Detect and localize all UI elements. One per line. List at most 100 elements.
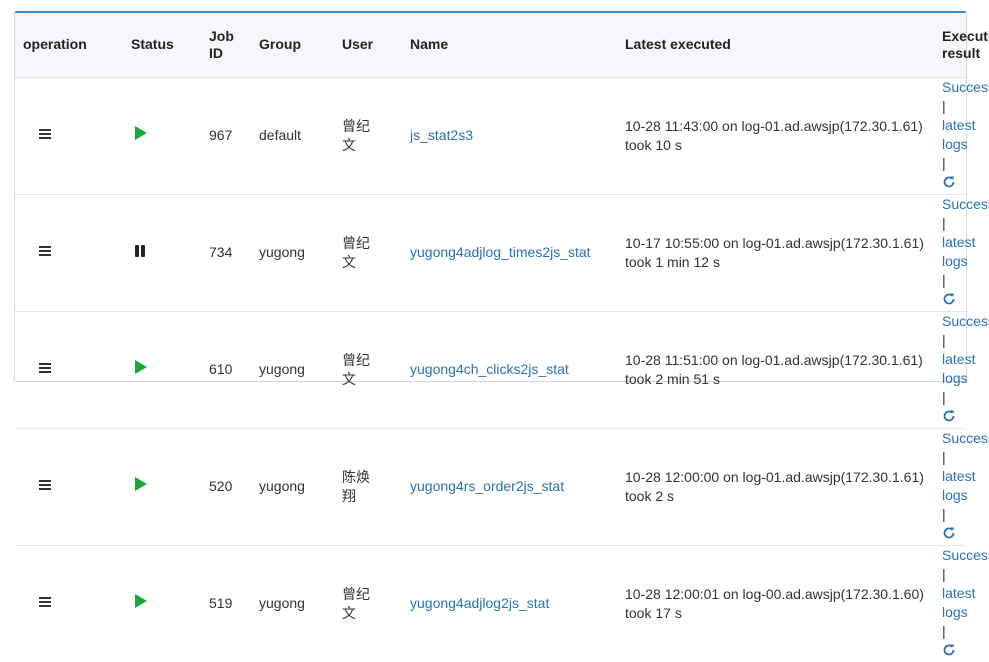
separator: | <box>942 505 946 522</box>
job-name-link[interactable]: yugong4ch_clicks2js_stat <box>410 361 569 377</box>
operation-cell <box>15 545 123 662</box>
job-name-cell: yugong4rs_order2js_stat <box>402 428 617 545</box>
separator: | <box>942 448 946 465</box>
latest-executed: 10-28 12:00:00 on log-01.ad.awsjp(172.30… <box>625 468 924 504</box>
separator: | <box>942 97 946 114</box>
job-group: yugong <box>259 595 305 611</box>
job-group: default <box>259 127 302 143</box>
status-cell <box>123 311 201 428</box>
job-group: yugong <box>259 478 305 494</box>
operation-cell <box>15 311 123 428</box>
result-cell: Successed | latest logs | <box>934 428 989 545</box>
job-name-link[interactable]: yugong4adjlog_times2js_stat <box>410 244 591 260</box>
job-user: 陈焕翔 <box>342 468 370 504</box>
header-operation: operation <box>23 36 87 53</box>
table-row: 519 yugong 曾纪文 yugong4adjlog2js_stat 10-… <box>15 545 989 662</box>
job-user: 曾纪文 <box>342 351 370 387</box>
refresh-icon[interactable] <box>942 292 956 311</box>
pause-icon[interactable] <box>134 245 146 257</box>
job-name-cell: js_stat2s3 <box>402 77 617 194</box>
header-group: Group <box>259 36 301 53</box>
latest-executed: 10-28 11:51:00 on log-01.ad.awsjp(172.30… <box>625 351 923 387</box>
table-row: 734 yugong 曾纪文 yugong4adjlog_times2js_st… <box>15 194 989 311</box>
status-cell <box>123 545 201 662</box>
play-icon[interactable] <box>135 477 147 491</box>
result-cell: Successed | latest logs | <box>934 545 989 662</box>
jobs-table: operation Status Job ID Group User Name … <box>15 13 989 662</box>
header-status: Status <box>131 36 174 53</box>
job-user-cell: 曾纪文 <box>334 545 402 662</box>
latest-executed: 10-17 10:55:00 on log-01.ad.awsjp(172.30… <box>625 234 924 270</box>
job-user: 曾纪文 <box>342 585 370 621</box>
job-user-cell: 曾纪文 <box>334 77 402 194</box>
separator: | <box>942 331 946 348</box>
refresh-icon[interactable] <box>942 175 956 194</box>
separator: | <box>942 565 946 582</box>
header-user: User <box>342 36 374 53</box>
job-name-cell: yugong4ch_clicks2js_stat <box>402 311 617 428</box>
result-cell: Successed | latest logs | <box>934 194 989 311</box>
job-id: 734 <box>209 244 233 260</box>
job-name-link[interactable]: yugong4adjlog2js_stat <box>410 595 549 611</box>
table-row: 520 yugong 陈焕翔 yugong4rs_order2js_stat 1… <box>15 428 989 545</box>
latest-logs-link[interactable]: latest logs <box>942 234 975 269</box>
refresh-icon[interactable] <box>942 643 956 662</box>
status-cell <box>123 77 201 194</box>
operation-cell <box>15 77 123 194</box>
header-executing-result: Executing result <box>942 27 989 61</box>
separator: | <box>942 622 946 639</box>
result-cell: Successed | latest logs | <box>934 77 989 194</box>
separator: | <box>942 388 946 405</box>
latest-logs-link[interactable]: latest logs <box>942 468 975 503</box>
operation-cell <box>15 428 123 545</box>
table-header-row: operation Status Job ID Group User Name … <box>15 13 989 77</box>
menu-icon[interactable] <box>39 363 51 374</box>
job-name-link[interactable]: js_stat2s3 <box>410 127 473 143</box>
refresh-icon[interactable] <box>942 526 956 545</box>
successed-link[interactable]: Successed <box>942 430 989 446</box>
job-name-cell: yugong4adjlog_times2js_stat <box>402 194 617 311</box>
job-name-cell: yugong4adjlog2js_stat <box>402 545 617 662</box>
latest-logs-link[interactable]: latest logs <box>942 117 975 152</box>
job-name-link[interactable]: yugong4rs_order2js_stat <box>410 478 564 494</box>
successed-link[interactable]: Successed <box>942 313 989 329</box>
job-user: 曾纪文 <box>342 117 370 153</box>
jobs-panel: operation Status Job ID Group User Name … <box>14 11 989 655</box>
menu-icon[interactable] <box>39 246 51 257</box>
job-user-cell: 曾纪文 <box>334 311 402 428</box>
latest-logs-link[interactable]: latest logs <box>942 585 975 620</box>
successed-link[interactable]: Successed <box>942 79 989 95</box>
play-icon[interactable] <box>135 594 147 608</box>
separator: | <box>942 154 946 171</box>
successed-link[interactable]: Successed <box>942 547 989 563</box>
job-id: 519 <box>209 595 233 611</box>
latest-logs-link[interactable]: latest logs <box>942 351 975 386</box>
job-id: 967 <box>209 127 233 143</box>
job-user-cell: 陈焕翔 <box>334 428 402 545</box>
header-job-id: Job ID <box>209 27 234 61</box>
header-name: Name <box>410 36 449 53</box>
job-id: 610 <box>209 361 233 377</box>
job-group: yugong <box>259 244 305 260</box>
successed-link[interactable]: Successed <box>942 196 989 212</box>
table-row: 967 default 曾纪文 js_stat2s3 10-28 11:43:0… <box>15 77 989 194</box>
latest-executed: 10-28 11:43:00 on log-01.ad.awsjp(172.30… <box>625 117 923 153</box>
separator: | <box>942 271 946 288</box>
status-cell <box>123 428 201 545</box>
operation-cell <box>15 194 123 311</box>
menu-icon[interactable] <box>39 597 51 608</box>
job-user: 曾纪文 <box>342 234 370 270</box>
status-cell <box>123 194 201 311</box>
job-user-cell: 曾纪文 <box>334 194 402 311</box>
refresh-icon[interactable] <box>942 409 956 428</box>
header-latest-executed: Latest executed <box>625 36 731 53</box>
play-icon[interactable] <box>135 126 147 140</box>
job-group: yugong <box>259 361 305 377</box>
latest-executed: 10-28 12:00:01 on log-00.ad.awsjp(172.30… <box>625 585 924 621</box>
play-icon[interactable] <box>135 360 147 374</box>
table-row: 610 yugong 曾纪文 yugong4ch_clicks2js_stat … <box>15 311 989 428</box>
menu-icon[interactable] <box>39 129 51 140</box>
menu-icon[interactable] <box>39 480 51 491</box>
result-cell: Successed | latest logs | <box>934 311 989 428</box>
separator: | <box>942 214 946 231</box>
